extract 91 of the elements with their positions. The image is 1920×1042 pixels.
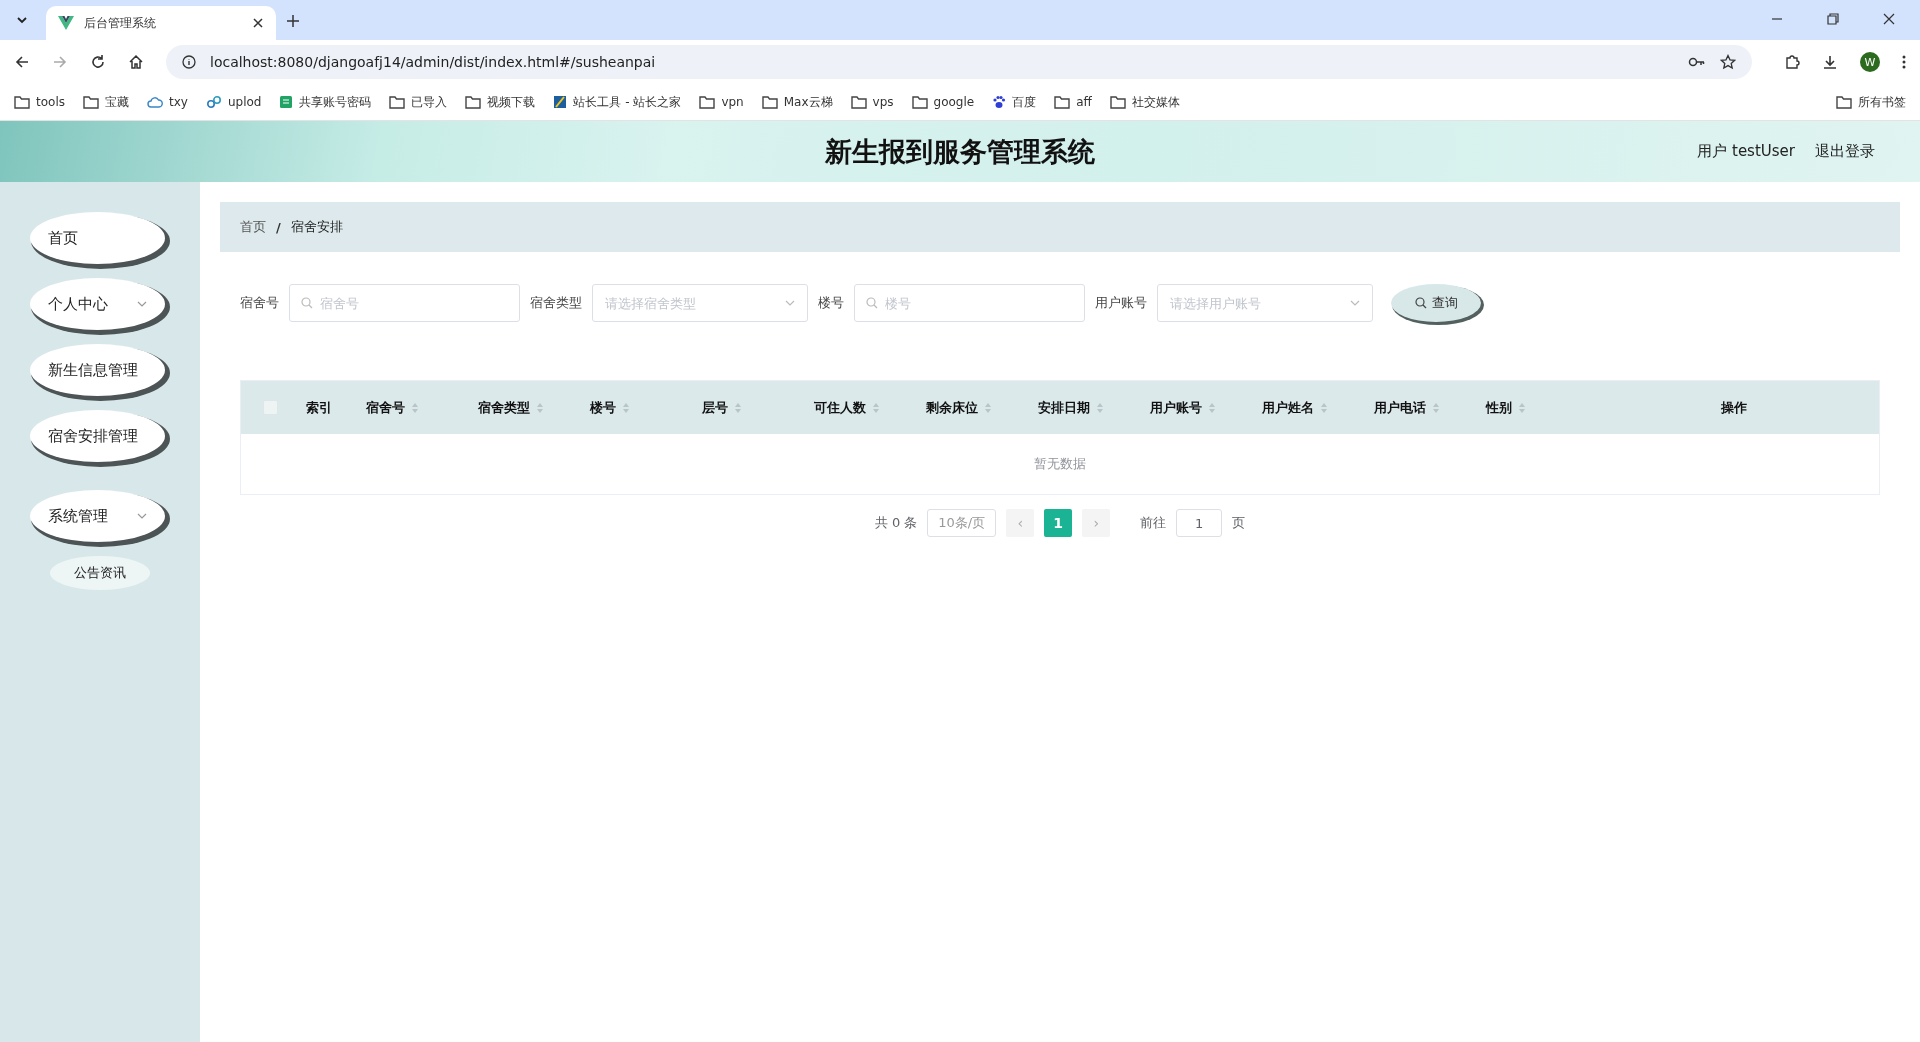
breadcrumb-separator: / [276,219,281,235]
bookmark-item[interactable]: txy [147,95,188,109]
select-field[interactable]: 请选择宿舍类型 [592,284,808,322]
total-count: 共 0 条 [874,514,918,532]
folder-icon [911,95,928,109]
link-rings-icon [205,95,222,109]
search-icon [866,297,878,309]
column-header[interactable]: 层号 [702,398,742,417]
restore-icon[interactable] [1826,12,1840,26]
column-header[interactable]: 用户账号 [1150,398,1216,417]
key-icon[interactable] [1688,55,1706,69]
bookmark-item[interactable]: 社交媒体 [1109,93,1180,111]
search-icon [301,297,313,309]
filter-label: 宿舍类型 [530,294,582,312]
v-logo-icon [58,16,74,30]
all-bookmarks-item[interactable]: 所有书签 [1836,93,1906,111]
breadcrumb-item[interactable]: 首页 [240,218,266,236]
tab-title: 后台管理系统 [84,14,157,32]
folder-icon [465,95,482,109]
folder-icon [14,95,30,109]
bookmark-item[interactable]: uplod [205,95,262,109]
chevron-down-icon [137,299,147,309]
empty-message: 暂无数据 [1034,455,1086,473]
column-header[interactable]: 用户电话 [1374,398,1440,417]
filter-label: 宿舍号 [240,294,279,312]
bookmark-item[interactable]: google [911,95,975,109]
back-arrow-icon[interactable] [14,54,30,70]
filter-label: 用户账号 [1095,294,1147,312]
bookmark-item[interactable]: tools [14,95,65,109]
bookmark-item[interactable]: 已导入 [389,93,448,111]
bookmark-item[interactable]: 视频下载 [465,93,536,111]
goto-page-field[interactable]: 1 [1176,509,1223,537]
paw-icon [992,95,1007,109]
profile-avatar[interactable]: W [1860,52,1880,72]
select-field[interactable]: 请选择用户账号 [1157,284,1373,322]
bookmark-item[interactable]: 站长工具 - 站长之家 [553,93,682,111]
folder-icon [1054,95,1071,109]
puzzle-piece-icon[interactable] [1784,54,1800,70]
column-header[interactable]: 可住人数 [814,398,880,417]
folder-icon [389,95,406,109]
folder-icon [850,95,867,109]
submenu-item[interactable]: 公告资讯 [50,556,150,590]
cloud-icon [147,96,163,108]
page-suffix: 页 [1232,514,1246,532]
search-button[interactable]: 查询 [1391,284,1481,322]
folder-icon [699,95,716,109]
folder-icon [761,95,778,109]
browser-tab[interactable]: 后台管理系统 [46,6,276,40]
user-label: 用户 testUser [1697,142,1795,161]
search-field[interactable]: 楼号 [854,284,1085,322]
bookmark-item[interactable]: 宝藏 [83,93,129,111]
column-header[interactable]: 用户姓名 [1262,398,1328,417]
url-text: localhost:8080/djangoafj14/admin/dist/index.html#/susheanpai [210,54,656,70]
column-header[interactable]: 宿舍类型 [478,398,544,417]
bookmark-item[interactable]: aff [1054,95,1092,109]
star-icon[interactable] [1720,54,1736,70]
bookmark-item[interactable]: vps [850,95,894,109]
more-menu-icon[interactable] [1902,54,1906,70]
column-header[interactable]: 楼号 [590,398,630,417]
new-tab-icon[interactable] [286,14,300,28]
filter-label: 楼号 [818,294,844,312]
address-bar[interactable]: localhost:8080/djangoafj14/admin/dist/index.html#/susheanpai [166,45,1752,79]
home-icon[interactable] [128,54,144,70]
column-header: 索引 [306,398,332,417]
goto-label: 前往 [1140,514,1167,532]
download-icon[interactable] [1822,54,1838,70]
folder-icon [83,95,99,109]
bookmark-item[interactable]: vpn [699,95,744,109]
spreadsheet-icon [279,95,294,109]
close-window-icon[interactable] [1882,12,1896,26]
bookmark-item[interactable]: 共享账号密码 [279,93,372,111]
breadcrumb-item: 宿舍安排 [290,218,343,236]
logout-link[interactable]: 退出登录 [1815,142,1875,161]
system-title: 新生报到服务管理系统 [825,134,1095,169]
search-field[interactable]: 宿舍号 [289,284,520,322]
bookmark-item[interactable]: Max云梯 [761,93,833,111]
column-header[interactable]: 安排日期 [1038,398,1104,417]
chevron-down-icon [137,511,147,521]
folder-icon [1109,95,1126,109]
column-header: 操作 [1720,398,1747,417]
column-header[interactable]: 剩余床位 [926,398,992,417]
search-icon [1414,297,1427,309]
close-icon[interactable] [252,17,264,29]
bookmark-item[interactable]: 百度 [992,93,1037,111]
info-icon[interactable] [182,55,196,69]
column-header[interactable]: 性别 [1486,398,1526,417]
reload-icon[interactable] [90,54,106,70]
chevron-down-icon [16,14,28,26]
column-header[interactable]: 宿舍号 [366,398,419,417]
folder-icon [1836,95,1852,109]
app-icon [553,95,568,109]
